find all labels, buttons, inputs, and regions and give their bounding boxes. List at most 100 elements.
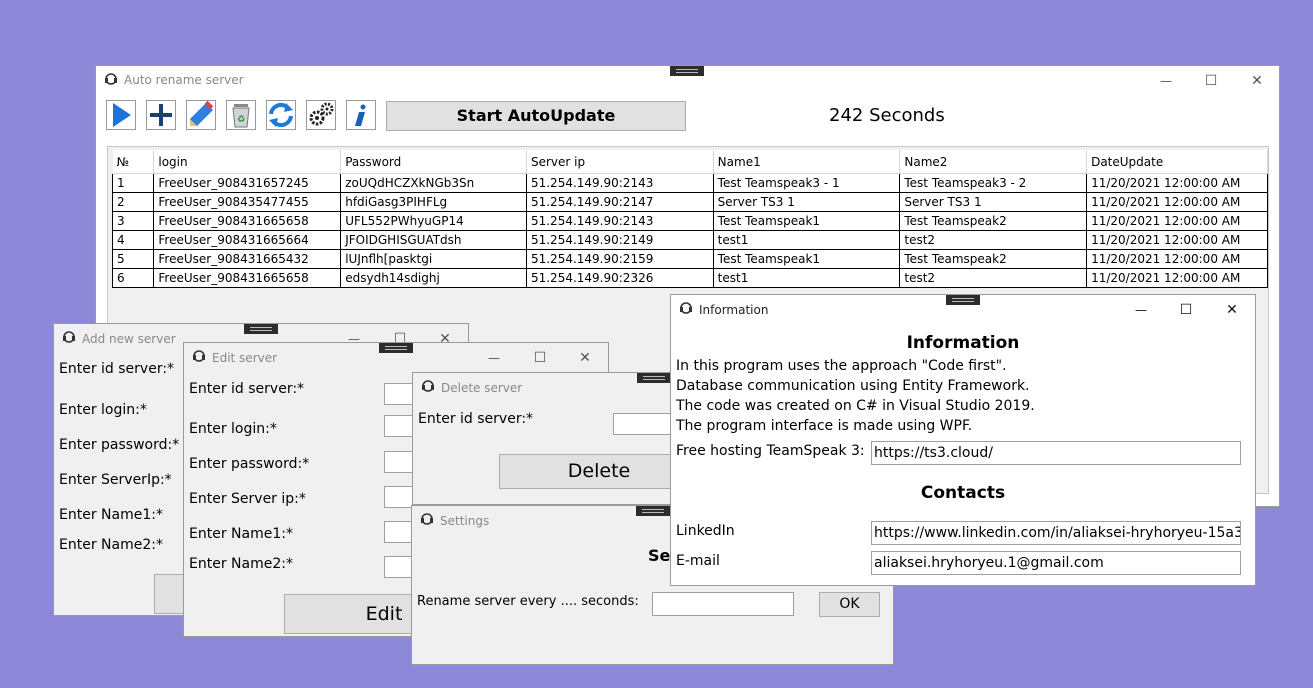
maximize-button[interactable]: ☐ [1200, 72, 1222, 90]
id-server-label: Enter id server:* [189, 381, 305, 397]
add-title: Add new server [82, 332, 176, 346]
ok-button[interactable]: OK [819, 592, 880, 617]
minimize-button[interactable]: — [483, 349, 505, 367]
table-cell[interactable]: hfdiGasg3PIHFLg [340, 192, 527, 212]
table-cell[interactable]: Test Teamspeak1 [712, 249, 901, 269]
table-cell[interactable]: FreeUser_908435477455 [153, 192, 342, 212]
column-header[interactable]: Server ip [526, 150, 714, 174]
column-header[interactable]: Password [340, 150, 527, 174]
linkedin-field[interactable]: https://www.linkedin.com/in/aliaksei-hry… [871, 521, 1241, 545]
column-header[interactable]: Name1 [713, 150, 901, 174]
email-field[interactable]: aliaksei.hryhoryeu.1@gmail.com [871, 551, 1241, 575]
table-cell[interactable]: Test Teamspeak2 [899, 249, 1088, 269]
refresh-icon[interactable] [266, 100, 296, 130]
info-icon[interactable] [346, 100, 376, 130]
window-grip[interactable] [946, 295, 980, 305]
table-cell[interactable]: FreeUser_908431665664 [153, 230, 342, 250]
rename-interval-label: Rename server every .... seconds: [417, 594, 639, 609]
window-grip[interactable] [636, 506, 670, 516]
table-row[interactable]: 1 FreeUser_908431657245 zoUQdHCZXkNGb3Sn 51… [111, 173, 1268, 193]
table-cell[interactable]: Server TS3 1 [712, 192, 901, 212]
table-row[interactable]: 3 FreeUser_908431665658 UFL552PWhyuGP14 51.… [111, 211, 1268, 231]
info-titlebar[interactable]: Information — ☐ ✕ [671, 295, 1255, 323]
table-cell[interactable]: zoUQdHCZXkNGb3Sn [340, 173, 527, 193]
edit-titlebar[interactable]: Edit server — ☐ ✕ [184, 343, 608, 371]
table-cell[interactable]: 3 [111, 211, 155, 231]
main-titlebar[interactable]: Auto rename server — ☐ ✕ [96, 66, 1279, 94]
password-label: Enter password:* [59, 437, 180, 453]
minimize-button[interactable]: — [1155, 72, 1177, 90]
servers-table: № login Password Server ip Name1 Name2 D… [111, 150, 1268, 288]
table-cell[interactable]: Server TS3 1 [899, 192, 1088, 212]
play-icon[interactable] [106, 100, 136, 130]
table-cell[interactable]: edsydh14sdighj [340, 268, 527, 288]
start-autoupdate-button[interactable]: Start AutoUpdate [386, 101, 686, 131]
hosting-field[interactable]: https://ts3.cloud/ [871, 441, 1241, 465]
table-cell[interactable]: 11/20/2021 12:00:00 AM [1086, 173, 1268, 193]
table-cell[interactable]: Test Teamspeak2 [899, 211, 1088, 231]
window-grip[interactable] [244, 324, 278, 334]
table-cell[interactable]: FreeUser_908431657245 [153, 173, 342, 193]
maximize-button[interactable]: ☐ [1175, 301, 1197, 319]
table-cell[interactable]: Test Teamspeak1 [712, 211, 901, 231]
column-header[interactable]: № [112, 150, 155, 174]
table-cell[interactable]: 2 [111, 192, 155, 212]
table-row[interactable]: 6 FreeUser_908431665658 edsydh14sdighj 51.2… [111, 268, 1268, 288]
table-cell[interactable]: Test Teamspeak3 - 2 [899, 173, 1088, 193]
recycle-bin-icon[interactable]: ♻ [226, 100, 256, 130]
table-cell[interactable]: 11/20/2021 12:00:00 AM [1086, 268, 1268, 288]
column-header[interactable]: Name2 [899, 150, 1088, 174]
table-cell[interactable]: 51.254.149.90:2326 [525, 268, 714, 288]
table-cell[interactable]: UFL552PWhyuGP14 [340, 211, 527, 231]
table-cell[interactable]: 11/20/2021 12:00:00 AM [1086, 230, 1268, 250]
table-cell[interactable]: 51.254.149.90:2159 [525, 249, 714, 269]
id-server-label: Enter id server:* [59, 361, 175, 377]
table-cell[interactable]: test1 [712, 268, 901, 288]
headset-icon [421, 513, 433, 525]
table-cell[interactable]: 51.254.149.90:2143 [525, 211, 714, 231]
table-cell[interactable]: 51.254.149.90:2147 [525, 192, 714, 212]
maximize-button[interactable]: ☐ [529, 349, 551, 367]
column-header[interactable]: DateUpdate [1086, 150, 1268, 174]
close-button[interactable]: ✕ [1221, 301, 1243, 319]
table-cell[interactable]: JFOIDGHISGUATdsh [340, 230, 527, 250]
table-cell[interactable]: 11/20/2021 12:00:00 AM [1086, 249, 1268, 269]
table-cell[interactable]: 51.254.149.90:2143 [525, 173, 714, 193]
window-grip[interactable] [670, 66, 704, 76]
window-grip[interactable] [379, 343, 413, 353]
table-cell[interactable]: FreeUser_908431665658 [153, 268, 342, 288]
table-cell[interactable]: test2 [899, 268, 1088, 288]
table-row[interactable]: 4 FreeUser_908431665664 JFOIDGHISGUATdsh 51… [111, 230, 1268, 250]
delete-button[interactable]: Delete [499, 454, 681, 489]
table-row[interactable]: 2 FreeUser_908435477455 hfdiGasg3PIHFLg 51.… [111, 192, 1268, 212]
table-cell[interactable]: 51.254.149.90:2149 [525, 230, 714, 250]
window-grip[interactable] [637, 373, 671, 383]
table-cell[interactable]: 5 [111, 249, 155, 269]
table-row[interactable]: 5 FreeUser_908431665432 lUJnflh[pasktgi 51.… [111, 249, 1268, 269]
close-button[interactable]: ✕ [574, 349, 596, 367]
table-cell[interactable]: FreeUser_908431665658 [153, 211, 342, 231]
column-header[interactable]: login [153, 150, 342, 174]
table-cell[interactable]: Test Teamspeak3 - 1 [712, 173, 901, 193]
table-cell[interactable]: test1 [712, 230, 901, 250]
table-cell[interactable]: test2 [899, 230, 1088, 250]
edit-pencil-icon[interactable] [186, 100, 216, 130]
settings-gears-icon[interactable] [306, 100, 336, 130]
minimize-button[interactable]: — [1130, 301, 1152, 319]
table-cell[interactable]: FreeUser_908431665432 [153, 249, 342, 269]
headset-icon [422, 380, 434, 392]
add-icon[interactable] [146, 100, 176, 130]
info-line-1: In this program uses the approach "Code … [676, 358, 1007, 374]
serverip-label: Enter Server ip:* [189, 491, 306, 507]
table-cell[interactable]: 6 [111, 268, 155, 288]
table-cell[interactable]: 4 [111, 230, 155, 250]
table-cell[interactable]: 11/20/2021 12:00:00 AM [1086, 211, 1268, 231]
close-button[interactable]: ✕ [1246, 72, 1268, 90]
delete-titlebar[interactable]: Delete server [413, 373, 681, 401]
rename-interval-input[interactable] [652, 592, 794, 616]
table-cell[interactable]: 1 [111, 173, 155, 193]
info-line-2: Database communication using Entity Fram… [676, 378, 1030, 394]
table-cell[interactable]: lUJnflh[pasktgi [340, 249, 527, 269]
table-cell[interactable]: 11/20/2021 12:00:00 AM [1086, 192, 1268, 212]
serverip-label: Enter ServerIp:* [59, 472, 172, 488]
